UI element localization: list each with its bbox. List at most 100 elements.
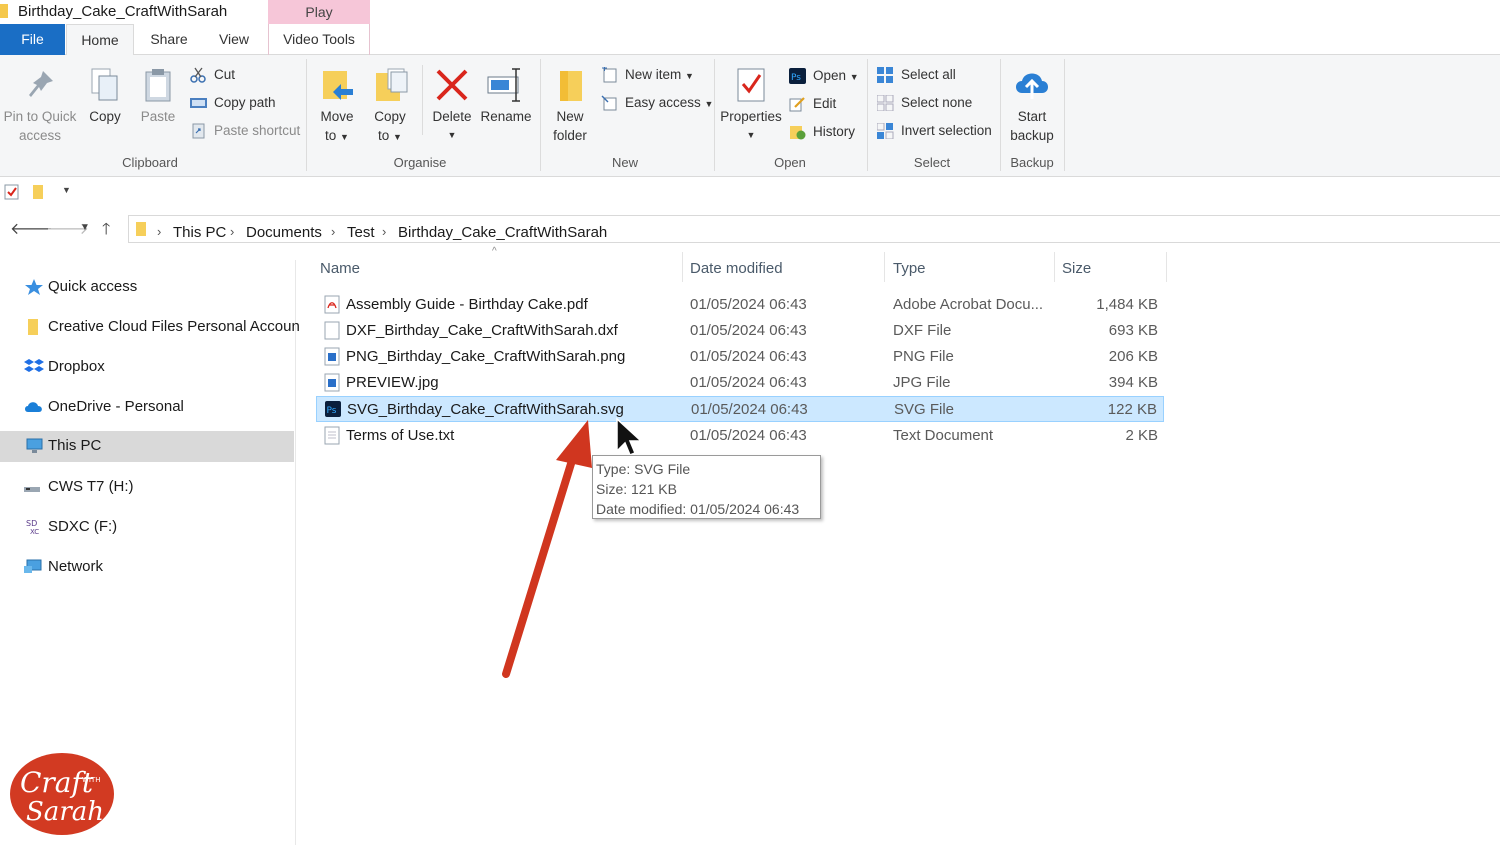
history-button[interactable]: History: [789, 122, 855, 142]
copy-button[interactable]: Copy: [84, 67, 126, 126]
sidebar-item-network[interactable]: Network: [0, 552, 294, 582]
file-type: Text Document: [893, 427, 994, 444]
column-divider[interactable]: [1166, 252, 1167, 282]
customize-toolbar-icon[interactable]: ▼: [62, 185, 71, 195]
copy-to-button[interactable]: Copy to ▼: [369, 67, 411, 147]
sidebar-item-onedrive[interactable]: OneDrive - Personal: [0, 392, 294, 422]
edit-pencil-icon: [789, 97, 805, 112]
file-date: 01/05/2024 06:43: [690, 427, 807, 444]
window-title: Birthday_Cake_CraftWithSarah: [18, 3, 228, 20]
dropdown-arrow-icon: ▼: [746, 130, 756, 140]
photoshop-file-icon: Ps: [325, 401, 341, 417]
sidebar-item-sdxc[interactable]: SD XC SDXC (F:): [0, 512, 294, 542]
copy-path-button[interactable]: Copy path: [190, 93, 276, 113]
select-none-label: Select none: [901, 95, 973, 110]
star-icon: [25, 279, 43, 295]
file-name: DXF_Birthday_Cake_CraftWithSarah.dxf: [346, 322, 618, 339]
file-row-svg-selected[interactable]: Ps SVG_Birthday_Cake_CraftWithSarah.svg …: [316, 396, 1164, 422]
sidebar-item-dropbox[interactable]: Dropbox: [0, 352, 294, 382]
new-item-icon: [602, 67, 617, 83]
ribbon-divider: [714, 59, 715, 171]
properties-button[interactable]: Properties ▼: [720, 67, 782, 145]
up-arrow-icon[interactable]: 🡑: [102, 218, 110, 245]
copy-path-icon: [190, 98, 207, 108]
folder-icon[interactable]: [32, 184, 44, 200]
column-header-size[interactable]: Size: [1062, 260, 1091, 277]
file-row-txt[interactable]: Terms of Use.txt 01/05/2024 06:43 Text D…: [316, 423, 1164, 449]
file-size: 1,484 KB: [1096, 296, 1158, 313]
breadcrumb-separator-icon: ›: [382, 224, 387, 239]
tooltip-type: Type: SVG File: [596, 461, 691, 477]
sidebar-item-creative-cloud[interactable]: Creative Cloud Files Personal Accoun: [0, 312, 300, 342]
sidebar-item-cws-t7[interactable]: CWS T7 (H:): [0, 472, 294, 502]
new-folder-button[interactable]: New folder: [548, 67, 592, 145]
sidebar-item-label: Dropbox: [48, 358, 105, 375]
select-all-button[interactable]: Select all: [877, 65, 956, 85]
dropdown-arrow-icon: ▼: [340, 132, 349, 142]
tab-view[interactable]: View: [206, 24, 262, 55]
dropdown-arrow-icon: ▼: [447, 130, 457, 140]
sidebar-item-label: Quick access: [48, 278, 138, 295]
dropdown-arrow-icon: ▼: [849, 72, 859, 82]
breadcrumb-this-pc[interactable]: This PC: [173, 224, 226, 241]
tab-video-tools[interactable]: Video Tools: [268, 24, 370, 55]
logo-line2: Sarah: [26, 797, 104, 827]
file-size: 394 KB: [1108, 374, 1158, 391]
file-type: SVG File: [894, 401, 955, 418]
invert-selection-icon: [877, 123, 894, 139]
move-to-button[interactable]: Move to ▼: [316, 67, 358, 147]
select-none-button[interactable]: Select none: [877, 93, 972, 113]
paste-shortcut-icon: [192, 123, 205, 139]
breadcrumb-test[interactable]: Test: [347, 224, 375, 241]
column-divider[interactable]: [682, 252, 683, 282]
contextual-tab-play: Play: [268, 0, 370, 24]
pin-to-quick-access-button[interactable]: Pin to Quick access: [2, 67, 78, 145]
tab-file[interactable]: File: [0, 24, 65, 55]
new-folder-label-2: folder: [553, 128, 587, 143]
file-row-dxf[interactable]: DXF_Birthday_Cake_CraftWithSarah.dxf 01/…: [316, 318, 1164, 344]
file-type: DXF File: [893, 322, 952, 339]
edit-button[interactable]: Edit: [789, 94, 836, 114]
invert-selection-button[interactable]: Invert selection: [877, 121, 992, 141]
file-row-png[interactable]: PNG_Birthday_Cake_CraftWithSarah.png 01/…: [316, 344, 1164, 370]
sidebar-item-label: This PC: [48, 437, 102, 454]
properties-check-icon[interactable]: [4, 184, 20, 200]
tab-share[interactable]: Share: [140, 24, 198, 55]
column-header-type[interactable]: Type: [893, 260, 926, 277]
file-row-jpg[interactable]: PREVIEW.jpg 01/05/2024 06:43 JPG File 39…: [316, 370, 1164, 396]
edit-label: Edit: [813, 96, 837, 111]
address-bar[interactable]: › This PC › Documents › Test › Birthday_…: [128, 215, 1500, 243]
select-all-icon: [877, 67, 893, 83]
new-item-button[interactable]: New item ▼: [601, 65, 694, 85]
mouse-cursor-icon: [616, 417, 643, 456]
svg-text:XC: XC: [30, 528, 39, 536]
open-button[interactable]: Ps Open ▼: [789, 66, 859, 86]
tab-home[interactable]: Home: [66, 24, 134, 56]
file-date: 01/05/2024 06:43: [691, 401, 808, 418]
history-label: History: [813, 124, 856, 139]
column-divider[interactable]: [1054, 252, 1055, 282]
recent-dropdown-icon[interactable]: ▼: [80, 222, 90, 233]
sidebar-item-this-pc[interactable]: This PC: [0, 431, 294, 462]
column-header-date[interactable]: Date modified: [690, 260, 783, 277]
ribbon-divider: [540, 59, 541, 171]
breadcrumb-current-folder[interactable]: Birthday_Cake_CraftWithSarah: [398, 224, 607, 241]
copy-to-label-2: to ▼: [369, 126, 411, 147]
logo-badge: Craft WITH Sarah: [10, 753, 114, 835]
column-divider[interactable]: [884, 252, 885, 282]
sidebar-item-quick-access[interactable]: Quick access: [0, 272, 294, 302]
easy-access-button[interactable]: Easy access ▼: [601, 93, 713, 113]
paste-shortcut-button[interactable]: Paste shortcut: [190, 121, 300, 141]
breadcrumb-documents[interactable]: Documents: [246, 224, 322, 241]
delete-button[interactable]: Delete ▼: [430, 67, 474, 145]
column-header-name[interactable]: Name: [320, 260, 360, 277]
open-label: Open: [813, 68, 847, 83]
image-file-icon: [324, 347, 340, 366]
start-backup-button[interactable]: Start backup: [1006, 67, 1058, 145]
scissors-icon: [190, 67, 206, 83]
file-type: JPG File: [893, 374, 951, 391]
rename-button[interactable]: Rename: [480, 67, 532, 126]
cut-button[interactable]: Cut: [190, 65, 235, 85]
paste-button[interactable]: Paste: [136, 67, 180, 126]
file-row-pdf[interactable]: Assembly Guide - Birthday Cake.pdf 01/05…: [316, 292, 1164, 318]
